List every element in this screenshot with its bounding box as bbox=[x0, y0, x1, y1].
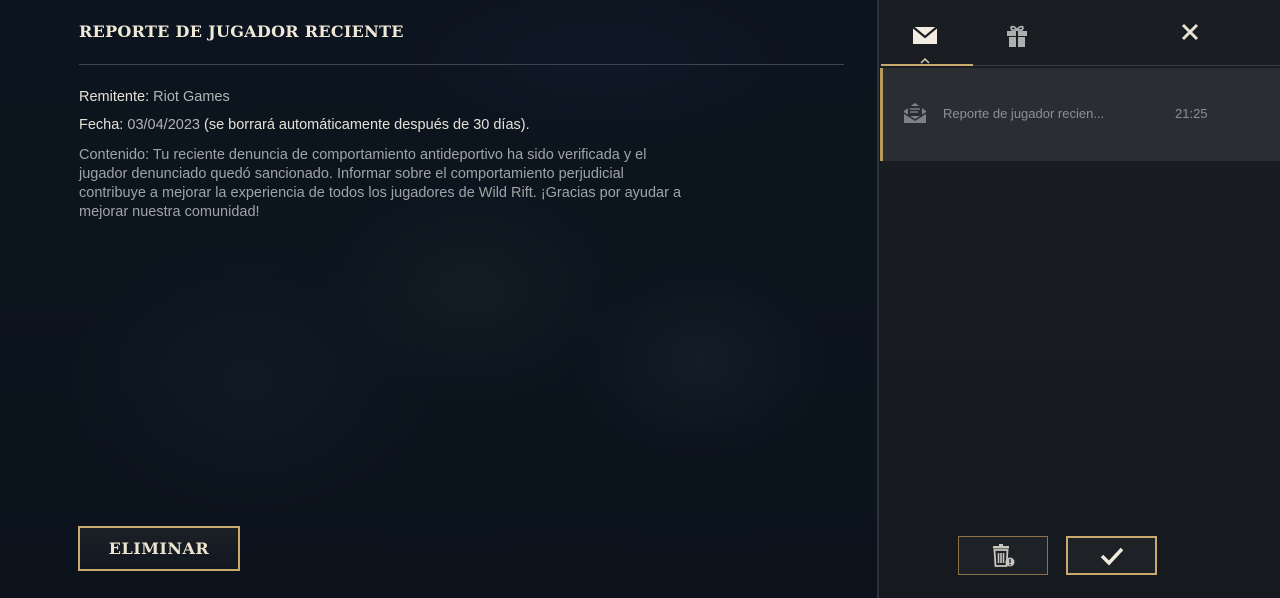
delete-all-button[interactable] bbox=[958, 536, 1048, 575]
delete-mail-button[interactable]: ELIMINAR bbox=[78, 526, 240, 571]
mail-side-panel: Reporte de jugador recien... 21:25 bbox=[877, 0, 1280, 598]
sender-value: Riot Games bbox=[153, 89, 230, 105]
checkmark-icon bbox=[1100, 547, 1123, 566]
tab-mail[interactable] bbox=[879, 0, 971, 66]
envelope-icon bbox=[912, 26, 938, 44]
tab-bar-divider bbox=[973, 65, 1280, 66]
tab-bar bbox=[879, 0, 1280, 66]
date-value: 03/04/2023 bbox=[127, 117, 200, 133]
mail-list-item[interactable]: Reporte de jugador recien... 21:25 bbox=[880, 68, 1280, 161]
opened-envelope-icon bbox=[903, 103, 927, 123]
close-button[interactable] bbox=[1172, 14, 1208, 50]
confirm-all-button[interactable] bbox=[1066, 536, 1157, 575]
mail-item-time: 21:25 bbox=[1175, 106, 1208, 121]
tab-gifts[interactable] bbox=[971, 0, 1063, 66]
trash-icon bbox=[993, 543, 1015, 567]
auto-delete-note: (se borrará automáticamente después de 3… bbox=[203, 117, 530, 133]
close-icon bbox=[1181, 23, 1199, 41]
sender-label: Remitente: bbox=[79, 89, 150, 105]
date-line: Fecha: 03/04/2023 (se borrará automática… bbox=[79, 117, 530, 133]
date-label: Fecha: bbox=[79, 117, 124, 133]
mail-content: Contenido: Tu reciente denuncia de compo… bbox=[79, 147, 682, 220]
mail-title: REPORTE DE JUGADOR RECIENTE bbox=[79, 22, 404, 41]
sender-line: Remitente: Riot Games bbox=[79, 89, 230, 105]
mail-screen: REPORTE DE JUGADOR RECIENTE Remitente: R… bbox=[0, 0, 1280, 598]
gift-icon bbox=[1007, 25, 1027, 47]
active-tab-underline bbox=[881, 64, 973, 66]
mail-item-subject: Reporte de jugador recien... bbox=[943, 106, 1105, 121]
selected-item-accent bbox=[880, 68, 883, 161]
title-divider bbox=[79, 64, 844, 65]
